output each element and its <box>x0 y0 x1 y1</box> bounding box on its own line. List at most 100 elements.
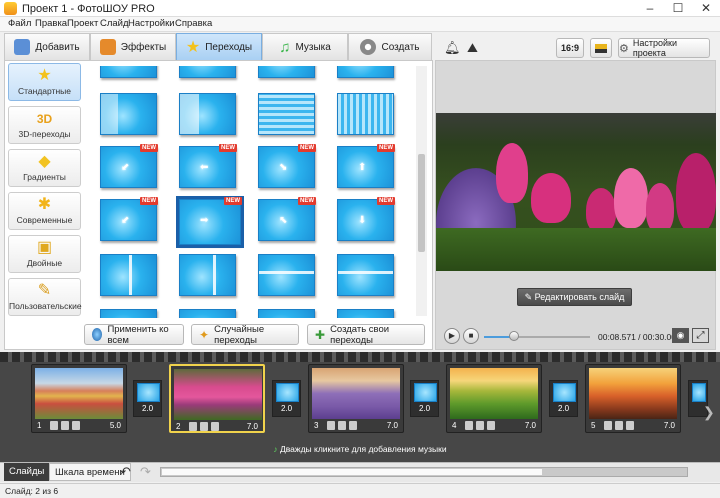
edit-slide-button[interactable]: ✎ Редактировать слайд <box>517 288 632 306</box>
transition-thumb[interactable] <box>337 66 394 78</box>
gradient-icon: ◆ <box>38 153 51 170</box>
transition-slot[interactable]: 2.0 <box>549 380 578 417</box>
menu-edit[interactable]: Правка <box>35 18 67 29</box>
speaker-icon[interactable] <box>487 421 495 430</box>
transition-thumb[interactable] <box>100 254 157 296</box>
undo-icon[interactable]: ↶ <box>120 464 131 480</box>
scrollbar-thumb[interactable] <box>418 154 425 252</box>
transition-thumb[interactable] <box>179 66 236 78</box>
category-standard[interactable]: ★ Стандартные <box>8 63 81 101</box>
arrow-icon: ⬆ <box>358 162 367 173</box>
pencil-icon[interactable] <box>327 421 335 430</box>
category-modern[interactable]: ✱ Современные <box>8 192 81 230</box>
preview-flower <box>646 183 674 233</box>
transition-thumb[interactable] <box>258 309 315 318</box>
slide-card-selected[interactable]: 2 7.0 <box>169 364 265 433</box>
transition-thumb[interactable]: ⬆ NEW <box>337 144 395 188</box>
zoom-icon[interactable] <box>200 422 208 431</box>
transition-thumb-selected[interactable]: ➡ NEW <box>176 196 244 248</box>
transition-thumb[interactable]: ⬅ NEW <box>179 144 237 188</box>
speaker-icon[interactable] <box>211 422 219 431</box>
close-button[interactable]: ✕ <box>692 0 720 17</box>
scrollbar-thumb[interactable] <box>162 469 542 475</box>
transition-thumb[interactable] <box>100 66 157 78</box>
tab-add[interactable]: Добавить <box>4 33 90 60</box>
timeline-scrollbar[interactable] <box>160 467 688 477</box>
transition-thumb[interactable] <box>258 254 315 296</box>
transition-slot[interactable]: 2.0 <box>133 380 162 417</box>
menu-slide[interactable]: Слайд <box>100 18 129 29</box>
transition-thumb[interactable] <box>100 93 157 135</box>
speaker-icon[interactable] <box>349 421 357 430</box>
transition-thumb[interactable] <box>179 254 236 296</box>
category-custom[interactable]: ✎ Пользовательские <box>8 278 82 316</box>
pencil-icon[interactable] <box>604 421 612 430</box>
bell-icon[interactable]: 🔔︎ <box>444 40 461 56</box>
grid-scrollbar[interactable] <box>416 66 427 316</box>
tab-transitions[interactable]: ★ Переходы <box>176 33 262 60</box>
pencil-icon[interactable] <box>50 421 58 430</box>
transition-thumb <box>414 383 437 402</box>
fullscreen-icon[interactable]: ⤢ <box>692 328 709 343</box>
background-button[interactable] <box>590 38 612 58</box>
slide-card[interactable]: 5 7.0 <box>585 364 681 433</box>
tab-timeline[interactable]: Шкала времени <box>49 463 131 481</box>
preview-flower <box>531 173 571 223</box>
tab-music-label: Музыка <box>295 41 331 53</box>
zoom-icon[interactable] <box>338 421 346 430</box>
zoom-icon[interactable] <box>61 421 69 430</box>
transition-thumb[interactable] <box>179 309 236 318</box>
menu-project[interactable]: Проект <box>67 18 98 29</box>
transition-thumb[interactable]: ⬉ NEW <box>258 197 316 241</box>
pencil-icon[interactable] <box>189 422 197 431</box>
tab-slides[interactable]: Слайды <box>4 463 50 481</box>
transition-thumb[interactable]: ⬋ NEW <box>100 197 158 241</box>
main-tabs: Добавить Эффекты ★ Переходы ♫ Музыка Соз… <box>4 33 432 60</box>
category-3d[interactable]: 3D 3D-переходы <box>8 106 81 144</box>
stop-icon[interactable]: ■ <box>463 328 479 344</box>
play-icon[interactable]: ▶ <box>444 328 460 344</box>
transition-thumb[interactable] <box>179 93 236 135</box>
image-icon[interactable]: ⛰︎ <box>467 40 478 56</box>
transition-thumb[interactable] <box>337 254 394 296</box>
speaker-icon[interactable] <box>72 421 80 430</box>
aspect-ratio-button[interactable]: 16:9 <box>556 38 584 58</box>
random-transitions-button[interactable]: ✦ Случайные переходы <box>191 324 299 346</box>
transition-thumb[interactable] <box>258 93 315 135</box>
create-own-transitions-button[interactable]: ✚ Создать свои переходы <box>307 324 425 346</box>
transition-slot[interactable]: 2.0 <box>410 380 439 417</box>
slide-card[interactable]: 1 5.0 <box>31 364 127 433</box>
slide-duration: 7.0 <box>386 421 398 430</box>
pencil-icon[interactable] <box>465 421 473 430</box>
zoom-icon[interactable] <box>476 421 484 430</box>
tab-create[interactable]: Создать <box>348 33 432 60</box>
tab-effects[interactable]: Эффекты <box>90 33 176 60</box>
transition-thumb[interactable]: ⬇ NEW <box>337 197 395 241</box>
transition-thumb[interactable] <box>258 66 315 78</box>
minimize-button[interactable]: – <box>636 0 664 17</box>
speaker-icon[interactable] <box>626 421 634 430</box>
transition-thumb[interactable] <box>100 309 157 318</box>
camera-icon[interactable]: ◉ <box>672 328 689 343</box>
menu-file[interactable]: Файл <box>8 18 31 29</box>
zoom-icon[interactable] <box>615 421 623 430</box>
music-track-hint[interactable]: ♪ Дважды кликните для добавления музыки <box>0 441 720 457</box>
redo-icon[interactable]: ↷ <box>140 464 151 480</box>
transition-thumb[interactable]: ⬊ NEW <box>258 144 316 188</box>
apply-to-all-button[interactable]: Применить ко всем <box>84 324 184 346</box>
transition-thumb[interactable] <box>337 93 394 135</box>
transition-thumb[interactable] <box>337 309 394 318</box>
category-double[interactable]: ▣ Двойные <box>8 235 81 273</box>
transition-slot[interactable]: 2.0 <box>272 380 301 417</box>
tab-music[interactable]: ♫ Музыка <box>262 33 348 60</box>
menu-settings[interactable]: Настройки <box>128 18 175 29</box>
slide-card[interactable]: 3 7.0 <box>308 364 404 433</box>
category-gradients[interactable]: ◆ Градиенты <box>8 149 81 187</box>
arrow-icon: ⬅ <box>200 162 209 173</box>
menu-help[interactable]: Справка <box>175 18 212 29</box>
transition-thumb[interactable]: ⬋ NEW <box>100 144 158 188</box>
project-settings-button[interactable]: ⚙ Настройки проекта <box>618 38 710 58</box>
scroll-right-icon[interactable]: ❯ <box>703 404 715 421</box>
slide-card[interactable]: 4 7.0 <box>446 364 542 433</box>
maximize-button[interactable]: ☐ <box>664 0 692 17</box>
